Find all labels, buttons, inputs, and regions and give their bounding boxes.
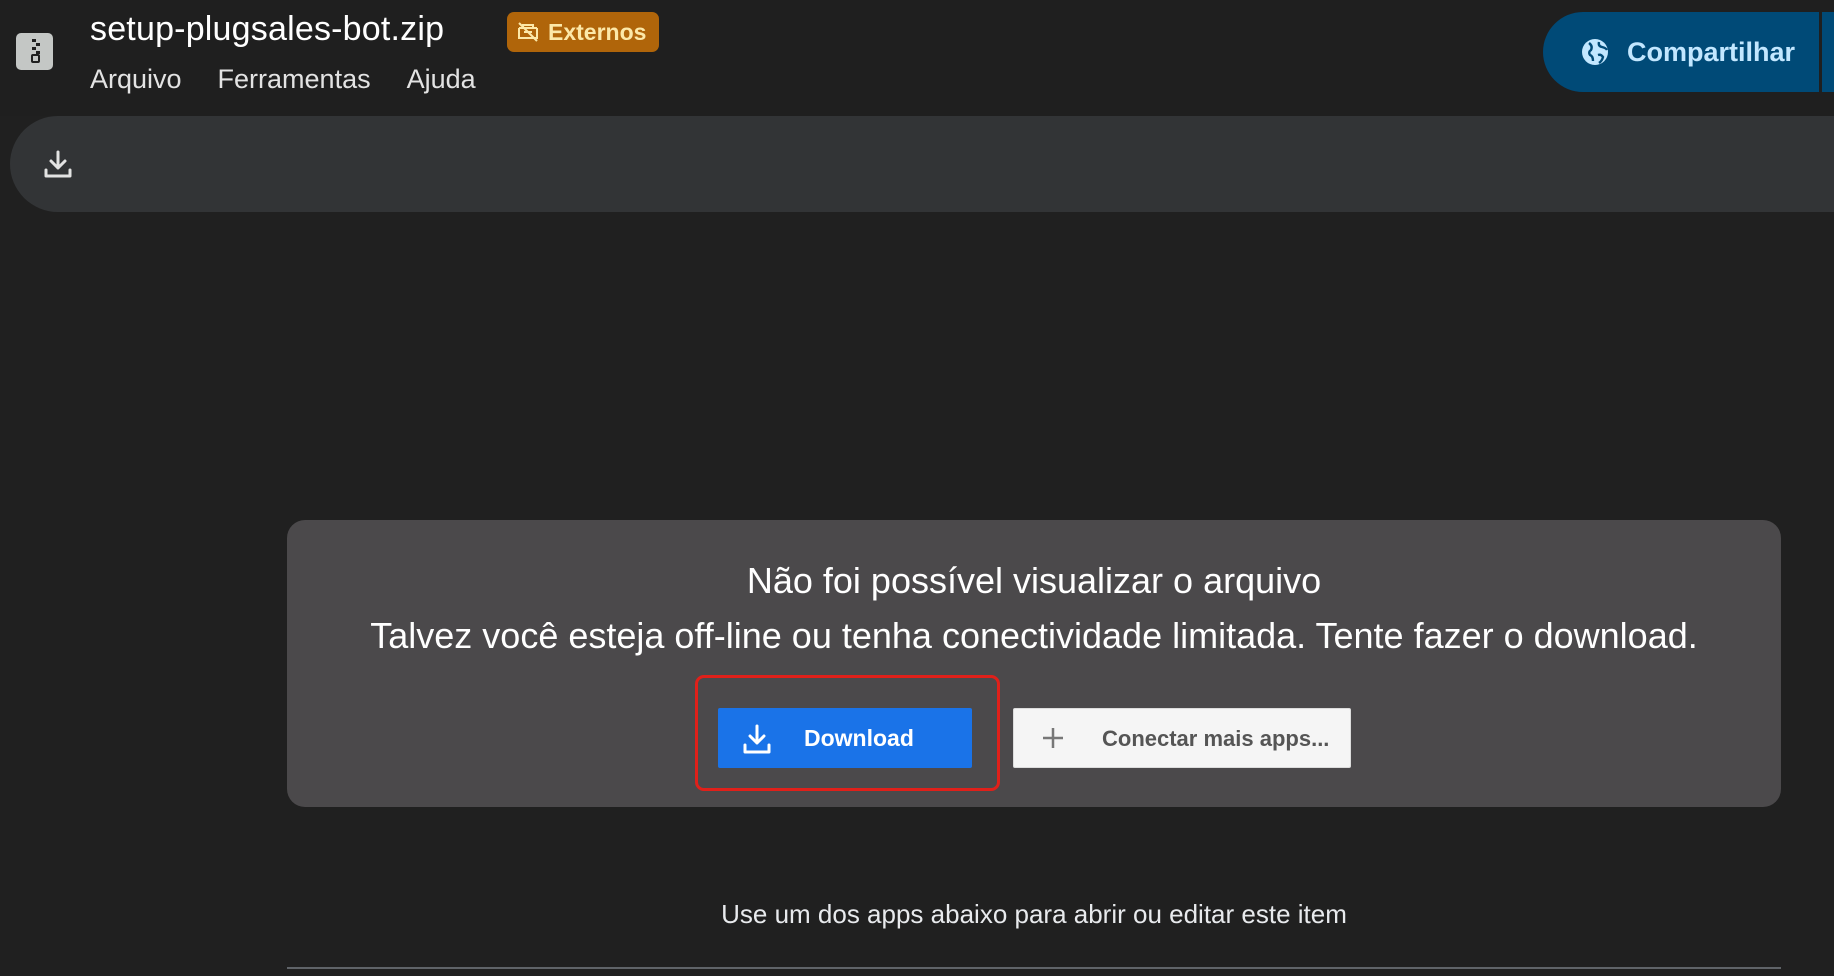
menu-bar: Arquivo Ferramentas Ajuda xyxy=(90,64,512,95)
preview-error-panel: Não foi possível visualizar o arquivo Ta… xyxy=(287,520,1781,807)
download-label: Download xyxy=(804,725,914,751)
apps-hint-text: Use um dos apps abaixo para abrir ou edi… xyxy=(721,899,1347,929)
external-badge[interactable]: Externos xyxy=(507,12,659,52)
download-button[interactable]: Download xyxy=(718,708,972,768)
connect-apps-label: Conectar mais apps... xyxy=(1102,726,1330,751)
error-message: Talvez você esteja off-line ou tenha con… xyxy=(370,615,1698,656)
menu-item-ajuda[interactable]: Ajuda xyxy=(407,64,476,95)
badge-label: Externos xyxy=(548,18,647,45)
menu-item-ferramentas[interactable]: Ferramentas xyxy=(218,64,371,95)
globe-icon xyxy=(1582,39,1609,65)
header-bar: setup-plugsales-bot.zip Externos Arquivo… xyxy=(0,0,1834,116)
menu-item-arquivo[interactable]: Arquivo xyxy=(90,64,182,95)
error-title: Não foi possível visualizar o arquivo xyxy=(746,560,1322,601)
download-icon xyxy=(743,724,771,754)
download-icon[interactable] xyxy=(40,146,76,182)
zip-file-icon xyxy=(16,33,53,70)
share-label: Compartilhar xyxy=(1627,36,1796,67)
plus-icon xyxy=(1043,728,1063,748)
toolbar xyxy=(10,116,1834,212)
no-share-icon xyxy=(518,22,538,42)
connect-apps-button[interactable]: Conectar mais apps... xyxy=(1013,708,1351,768)
divider xyxy=(287,967,1781,969)
share-button[interactable]: Compartilhar xyxy=(1543,12,1834,92)
share-divider xyxy=(1819,12,1822,92)
file-title: setup-plugsales-bot.zip xyxy=(90,10,445,48)
